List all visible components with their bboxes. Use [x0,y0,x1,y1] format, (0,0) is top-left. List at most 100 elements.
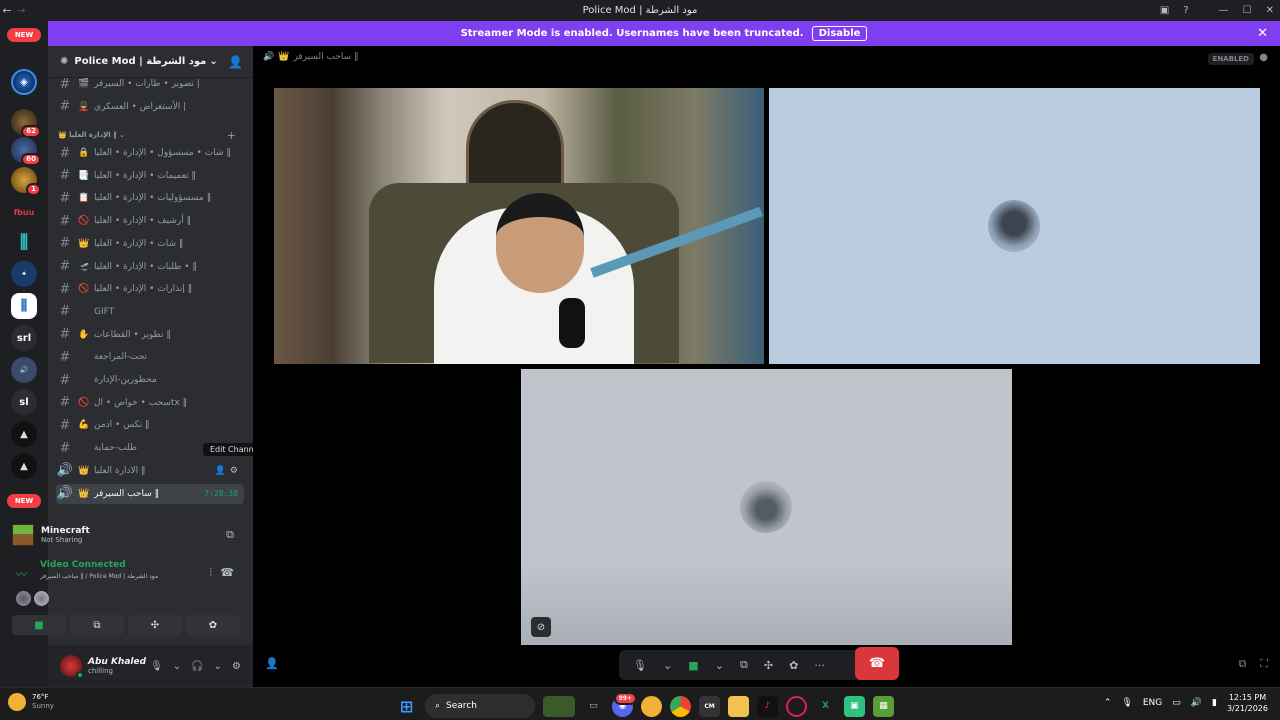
microphone-icon[interactable]: 🎙 [1121,698,1132,708]
forward-arrow-icon[interactable]: → [14,4,28,17]
server-icon-10[interactable]: ▲ [11,421,37,447]
tiktok-icon[interactable]: ♪ [757,695,778,717]
channel-item[interactable]: # 💪 تكس • ادمن ‖ [56,415,244,435]
share-screen-icon[interactable]: ⧉ [226,528,234,542]
app-icon[interactable] [641,695,662,717]
soundboard-button[interactable]: ✿ [186,615,240,635]
signal-icon[interactable]: 〰 [16,566,27,582]
fullscreen-icon[interactable]: ⛶ [1260,657,1268,671]
app-icon[interactable]: ▣ [844,695,865,717]
noise-suppression-icon[interactable]: ⫶ [209,566,212,580]
server-icon-9[interactable]: 🔊 [11,357,37,383]
settings-gear-icon[interactable]: ⚙ [230,466,238,476]
channel-item[interactable]: # 🎬 تصوير • طارات • السيرفر | [56,78,244,94]
maximize-icon[interactable]: ☐ [1243,5,1252,16]
channel-item[interactable]: 🔊 👑 ساحب السيرفر ‖ 7:28:38 [56,483,244,504]
volume-icon[interactable]: 🔊 [1191,698,1202,708]
channel-item[interactable]: # 📋 مسسؤوليات • الإدارة • العليا ‖ [56,188,244,208]
file-explorer-icon[interactable] [728,695,749,717]
chevron-down-icon[interactable]: ⌄ [214,661,222,672]
search-box[interactable]: ⌕ Search [425,694,535,718]
headphones-icon[interactable]: 🎧 [191,661,203,672]
minimize-icon[interactable]: — [1219,5,1229,16]
server-icon-sl[interactable]: sl [11,389,37,415]
invite-icon[interactable]: 👤 [215,466,226,476]
chevron-down-icon[interactable]: ⌄ [663,659,672,672]
clock[interactable]: 12:15 PM 3/21/2026 [1227,692,1268,714]
video-tile-camera[interactable] [274,88,764,364]
voice-location[interactable]: ساحب السيرفر ‖ / Police Mod | مود الشرطة [40,573,158,580]
microphone-icon[interactable]: 🎙 [150,661,163,672]
video-tile-participant[interactable]: ⊘ [521,369,1012,645]
channel-item[interactable]: # 🔒 شات • مسسؤول • الإدارة • العليا ‖ [56,143,244,163]
language[interactable]: ENG [1143,698,1162,708]
app-icon[interactable] [786,695,807,717]
help-icon[interactable]: ? [1183,5,1188,16]
channel-item[interactable]: # ✋ تطوير • القطاعات ‖ [56,325,244,345]
server-icon-11[interactable]: ▲ [11,453,37,479]
back-arrow-icon[interactable]: ← [0,4,14,17]
terminal-icon[interactable]: CM [699,695,720,717]
video-tile-participant[interactable] [769,88,1260,364]
avatar[interactable] [60,655,84,679]
server-icon-6[interactable]: ⫼ [11,229,37,255]
inbox-icon[interactable]: ▣ [1160,5,1169,16]
voice-status[interactable]: Video Connected [40,560,126,570]
channel-item[interactable]: # 🛫 طلبات • الإدارة • العليا • ‖ [56,257,244,277]
new-badge-top[interactable]: NEW [7,28,41,42]
server-icon-3[interactable]: 60 [11,137,41,166]
camera-button[interactable]: ■ [12,615,66,635]
widget-icon[interactable] [543,695,575,717]
chrome-icon[interactable] [670,695,691,717]
close-icon[interactable]: ✕ [1257,26,1268,41]
channel-item[interactable]: # 📑 تعميمات • الإدارة • العليا ‖ [56,166,244,186]
mute-icon[interactable]: 🎙 [633,659,647,672]
add-member-icon[interactable]: 👤 [228,55,243,69]
popout-icon[interactable]: ⧉ [1238,657,1246,671]
activities-button[interactable]: ✣ [128,615,182,635]
channel-item[interactable]: 🔊 👑 الادارة العليا ‖ 👤 ⚙ [56,461,244,481]
server-icon-srl[interactable]: srl [11,325,37,351]
soundboard-icon[interactable]: ✿ [789,659,798,672]
channel-item[interactable]: # 🚫 أرشيف • الإدارة • العليا ‖ [56,211,244,231]
windows-start-icon[interactable]: ⊞ [396,696,417,717]
participant-avatar[interactable] [34,591,49,606]
server-icon-4[interactable]: 1 [11,167,41,196]
server-icon-8[interactable]: ⫼ [11,293,37,319]
disable-button[interactable]: Disable [811,26,868,41]
add-channel-icon[interactable]: + [227,129,236,142]
discord-icon[interactable]: ◉ 99+ [612,691,637,717]
server-icon-1[interactable]: ◈ [11,69,37,95]
close-window-icon[interactable]: ✕ [1266,5,1274,16]
channel-item[interactable]: # GIFT [56,302,244,322]
chat-icon[interactable]: ● [1259,52,1268,63]
excel-icon[interactable]: X [815,696,836,717]
minecraft-icon[interactable]: ▦ [873,695,894,717]
server-icon-5[interactable]: fbuu [11,199,37,225]
chevron-down-icon[interactable]: ⌄ [173,661,181,672]
chevron-down-icon[interactable]: ⌄ [715,659,724,672]
disconnect-icon[interactable]: ☎ [220,566,234,579]
weather-widget[interactable]: 76°F Sunny [8,693,54,711]
participant-avatar[interactable] [16,591,31,606]
category-header[interactable]: 👑 الإدارة العليا ‖ ⌄ + [58,127,244,143]
chevron-up-icon[interactable]: ⌃ [1104,698,1112,708]
task-view-icon[interactable]: ▭ [583,696,604,717]
new-badge-bottom[interactable]: NEW [7,494,41,508]
channel-item[interactable]: # تحت-المراجعة [56,347,244,367]
channel-item[interactable]: # 👑 شات • الإدارة • العليا ‖ [56,234,244,254]
settings-gear-icon[interactable]: ⚙ [232,661,241,672]
invite-icon[interactable]: 👤 [265,657,279,670]
end-call-button[interactable]: ☎ [855,647,899,680]
activities-icon[interactable]: ✣ [764,659,773,672]
camera-icon[interactable]: ■ [688,659,698,672]
screen-share-icon[interactable]: ⧉ [740,658,748,672]
server-icon-2[interactable]: 62 [11,109,41,138]
more-icon[interactable]: ··· [814,659,825,672]
network-icon[interactable]: ▭ [1172,698,1181,708]
server-header[interactable]: ✺ Police Mod | مود الشرطة ⌄ 👤 [48,46,253,78]
screen-share-button[interactable]: ⧉ [70,615,124,635]
channel-item[interactable]: # محظورين-الإدارة [56,370,244,390]
server-icon-7[interactable]: ✦ [11,261,37,287]
hide-video-icon[interactable]: ⊘ [531,617,551,637]
